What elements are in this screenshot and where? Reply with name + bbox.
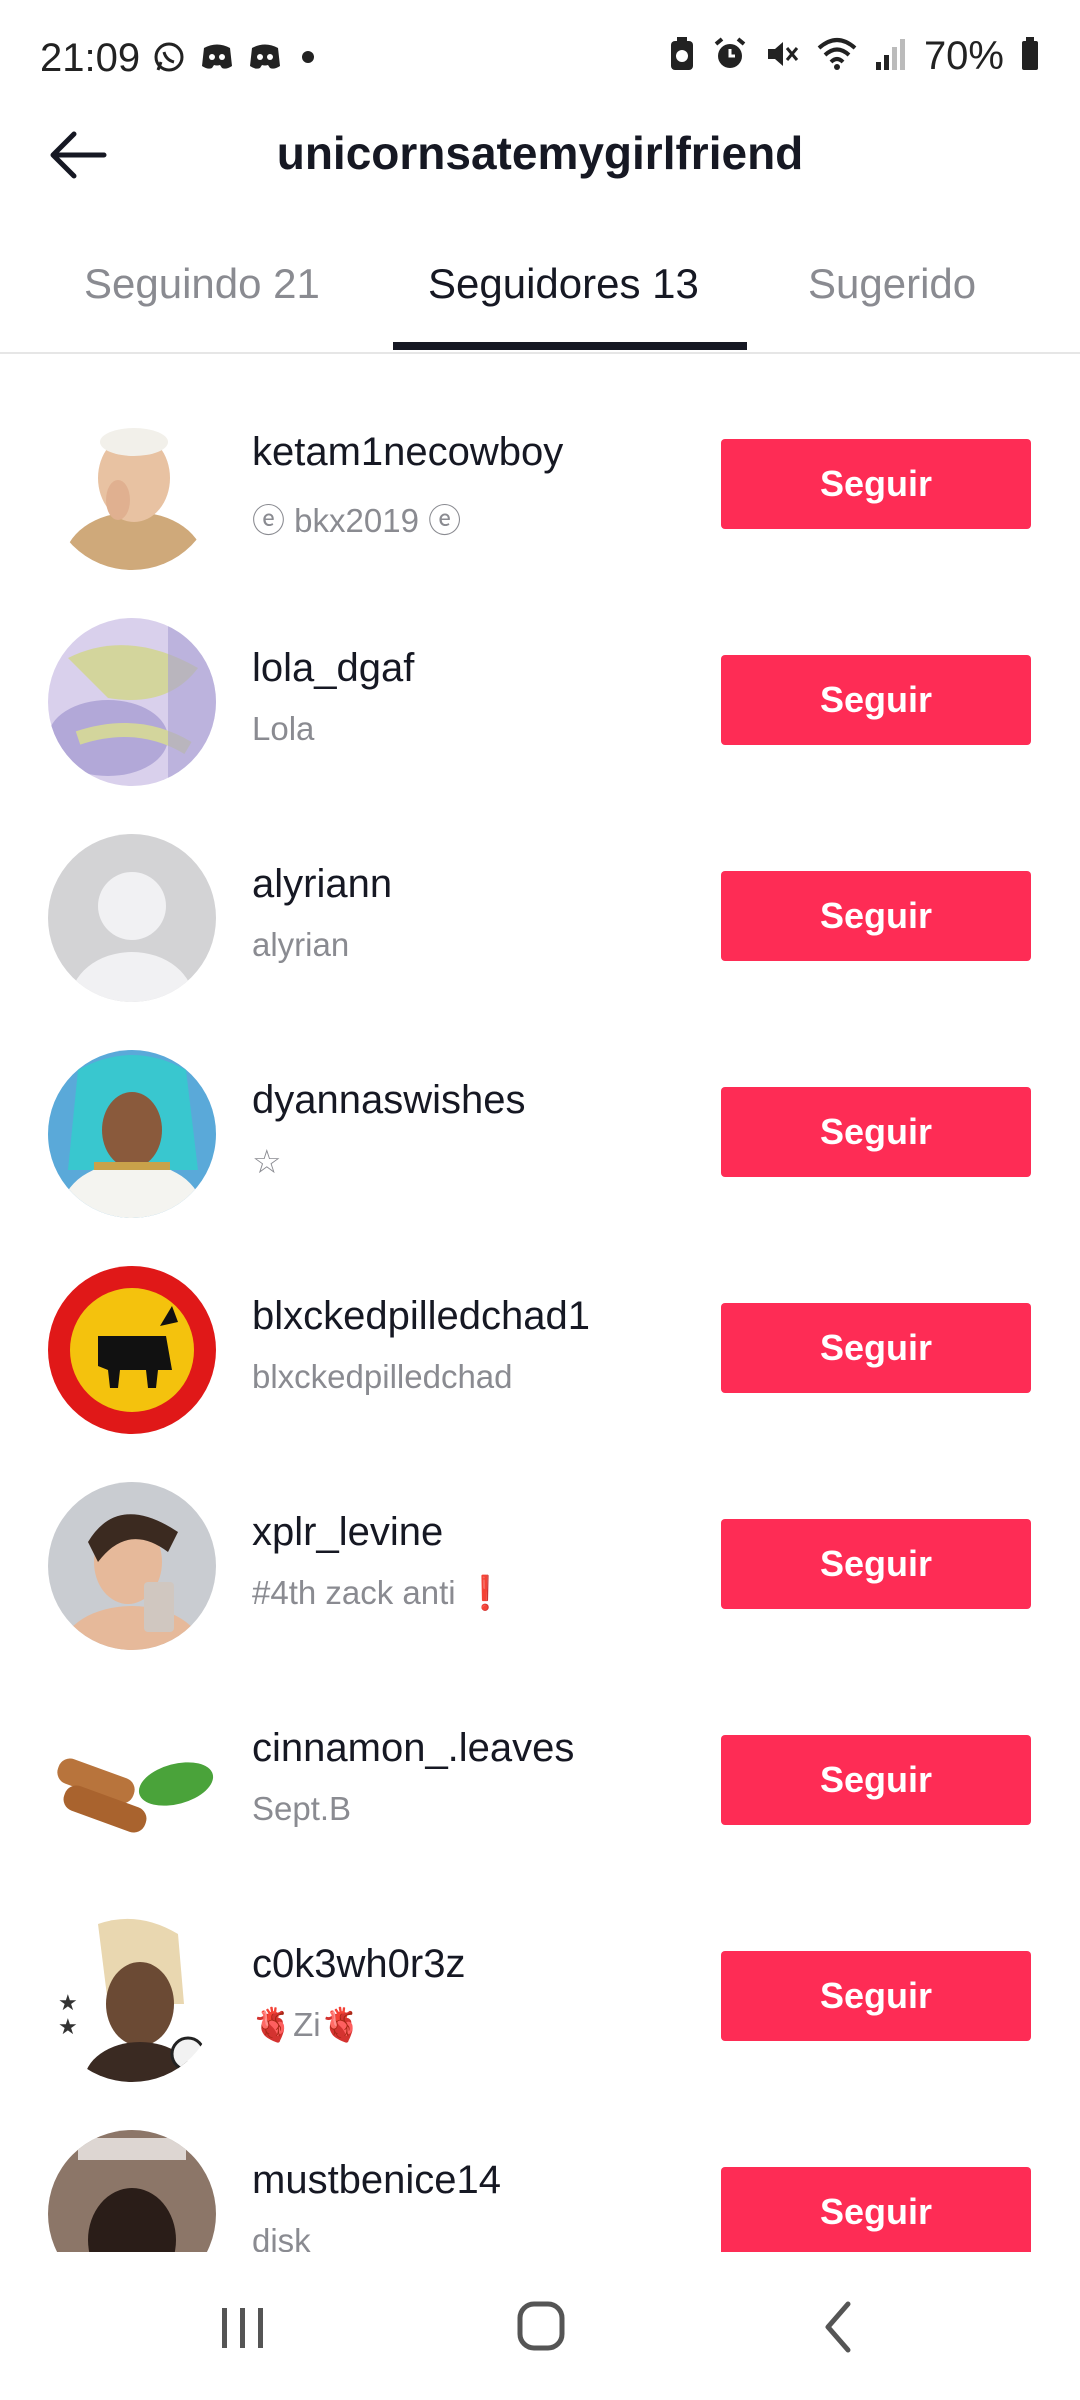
nickname: ⓔ bkx2019 ⓔ: [252, 502, 462, 539]
system-back-button[interactable]: [800, 2292, 880, 2362]
username[interactable]: ketam1necowboy: [252, 430, 563, 475]
alarm-icon: [712, 36, 748, 78]
followers-list[interactable]: ketam1necowboy ⓔ bkx2019 ⓔ Seguir lola_d…: [0, 354, 1080, 2252]
recent-apps-button[interactable]: [202, 2292, 282, 2362]
system-nav-bar: [0, 2252, 1080, 2400]
tab-bar: Seguindo 21 Seguidores 13 Sugerido: [0, 240, 1080, 354]
username[interactable]: lola_dgaf: [252, 646, 414, 691]
home-button[interactable]: [500, 2292, 580, 2362]
follow-button[interactable]: Seguir: [721, 1735, 1031, 1825]
recent-apps-icon: [222, 2308, 263, 2348]
nickname: Lola: [252, 710, 315, 747]
follow-button[interactable]: Seguir: [721, 655, 1031, 745]
tab-followers[interactable]: Seguidores 13: [428, 260, 699, 308]
follow-button[interactable]: Seguir: [721, 1519, 1031, 1609]
list-item[interactable]: blxckedpilledchad1 blxckedpilledchad Seg…: [0, 1218, 1080, 1434]
whatsapp-icon: [152, 40, 186, 80]
nickname: disk: [252, 2222, 311, 2252]
list-item[interactable]: xplr_levine #4th zack anti ❗ Seguir: [0, 1434, 1080, 1650]
battery-icon: [1020, 36, 1040, 78]
avatar[interactable]: [48, 2130, 216, 2252]
tab-suggested[interactable]: Sugerido: [808, 260, 976, 308]
avatar[interactable]: ★ ★: [48, 1914, 216, 2082]
nickname: blxckedpilledchad: [252, 1358, 513, 1395]
username[interactable]: alyriann: [252, 862, 392, 907]
system-status-icons: 70%: [668, 34, 1040, 79]
list-item[interactable]: alyriann alyrian Seguir: [0, 786, 1080, 1002]
status-time: 21:09: [40, 36, 141, 80]
dot-icon: [296, 45, 320, 75]
discord-icon: [248, 42, 282, 78]
active-tab-indicator: [393, 342, 747, 350]
notification-icons: [152, 40, 320, 80]
list-item[interactable]: mustbenice14 disk Seguir: [0, 2082, 1080, 2252]
username[interactable]: dyannaswishes: [252, 1078, 526, 1123]
wifi-icon: [816, 36, 858, 78]
follow-button[interactable]: Seguir: [721, 1951, 1031, 2041]
nickname: 🫀Zi🫀: [252, 2006, 362, 2043]
nickname: Sept.B: [252, 1790, 352, 1827]
status-bar: 21:09 70%: [0, 0, 1080, 120]
avatar[interactable]: [48, 402, 216, 570]
username[interactable]: mustbenice14: [252, 2158, 501, 2203]
svg-text:★: ★: [58, 1991, 78, 2016]
follow-button[interactable]: Seguir: [721, 439, 1031, 529]
avatar[interactable]: [48, 1050, 216, 1218]
avatar[interactable]: [48, 834, 216, 1002]
follow-button[interactable]: Seguir: [721, 1303, 1031, 1393]
back-icon: [825, 2301, 851, 2353]
avatar[interactable]: [48, 618, 216, 786]
saver-icon: [668, 36, 696, 78]
battery-percentage: 70%: [923, 34, 1004, 78]
page-title: unicornsatemygirlfriend: [276, 127, 804, 179]
tab-following[interactable]: Seguindo 21: [84, 260, 320, 308]
nickname: alyrian: [252, 926, 350, 963]
list-item[interactable]: cinnamon_.leaves Sept.B Seguir: [0, 1650, 1080, 1866]
list-item[interactable]: ketam1necowboy ⓔ bkx2019 ⓔ Seguir: [0, 354, 1080, 570]
mute-icon: [764, 36, 800, 78]
signal-icon: [874, 36, 908, 78]
follow-button[interactable]: Seguir: [721, 1087, 1031, 1177]
discord-icon: [200, 42, 234, 78]
avatar[interactable]: [48, 1266, 216, 1434]
svg-text:★: ★: [58, 2015, 78, 2040]
nickname: #4th zack anti ❗: [252, 1574, 506, 1611]
follow-button[interactable]: Seguir: [721, 871, 1031, 961]
nickname: ☆: [252, 1143, 282, 1180]
header: unicornsatemygirlfriend: [0, 110, 1080, 200]
username[interactable]: xplr_levine: [252, 1510, 443, 1555]
username[interactable]: blxckedpilledchad1: [252, 1294, 590, 1339]
follow-button[interactable]: Seguir: [721, 2167, 1031, 2252]
list-item[interactable]: ★ ★ c0k3wh0r3z 🫀Zi🫀 Seguir: [0, 1866, 1080, 2082]
avatar[interactable]: [48, 1482, 216, 1650]
username[interactable]: cinnamon_.leaves: [252, 1726, 574, 1771]
list-item[interactable]: lola_dgaf Lola Seguir: [0, 570, 1080, 786]
username[interactable]: c0k3wh0r3z: [252, 1942, 465, 1987]
home-icon: [517, 2301, 565, 2351]
list-item[interactable]: dyannaswishes ☆ Seguir: [0, 1002, 1080, 1218]
avatar[interactable]: [48, 1698, 216, 1866]
